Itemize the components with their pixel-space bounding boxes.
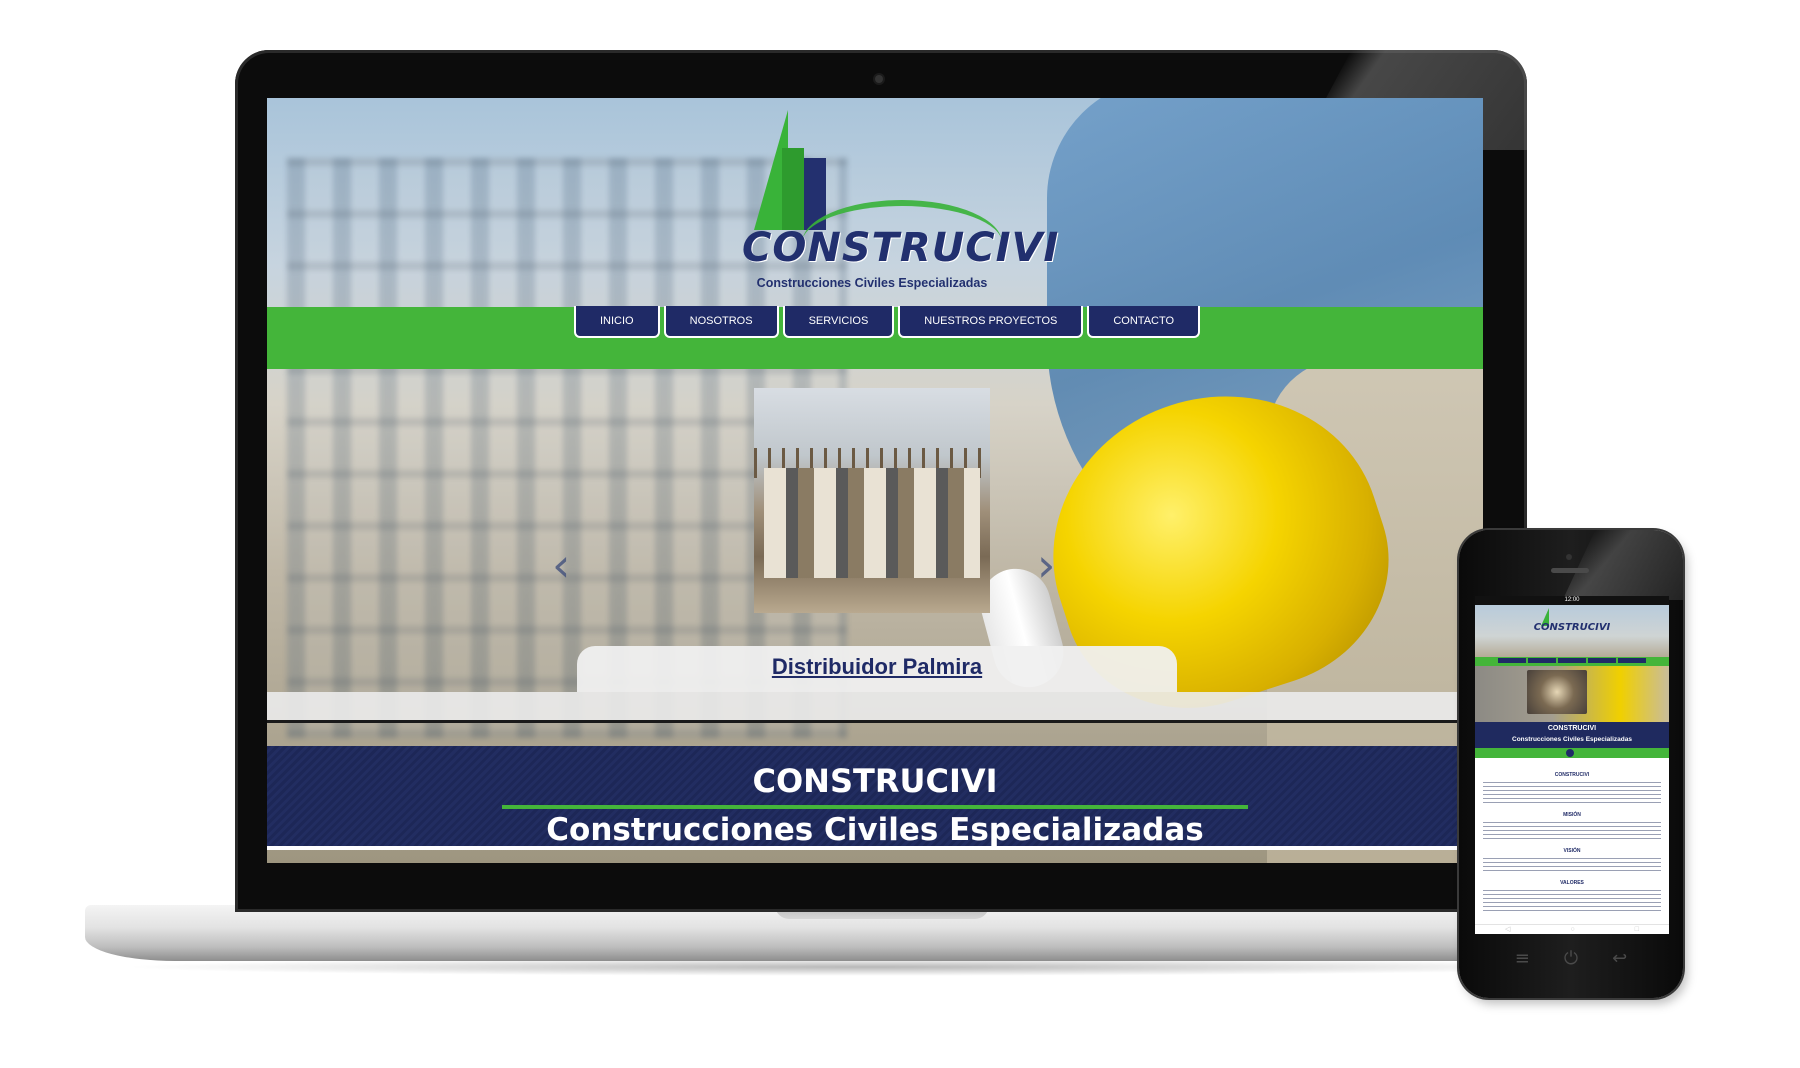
phone-logo-name[interactable]: CONSTRUCIVI — [1475, 622, 1669, 633]
recents-softkey-icon[interactable]: □ — [1635, 925, 1639, 934]
camera-icon — [875, 75, 883, 83]
phone-nav-item[interactable] — [1618, 658, 1646, 663]
phone-speaker — [1551, 568, 1589, 573]
phone-nav-item[interactable] — [1558, 658, 1586, 663]
phone-hardware-buttons: ≡ ⏻ ↩ — [1459, 948, 1683, 969]
phone-slide-photo[interactable] — [1527, 670, 1587, 714]
nav-item-inicio[interactable]: INICIO — [574, 306, 660, 338]
phone-heading-construcivi: CONSTRUCIVI — [1554, 772, 1590, 778]
phone-paragraph — [1483, 858, 1661, 872]
phone-nav — [1475, 657, 1669, 666]
nav-item-contacto[interactable]: CONTACTO — [1087, 306, 1201, 338]
slider-prev-icon[interactable]: ‹ — [552, 538, 570, 592]
phone-title-band: CONSTRUCIVI Construcciones Civiles Espec… — [1475, 722, 1669, 748]
nav-item-nuestros-proyectos[interactable]: NUESTROS PROYECTOS — [898, 306, 1084, 338]
main-nav: INICIO NOSOTROS SERVICIOS NUESTROS PROYE… — [574, 306, 1201, 338]
site-logo[interactable]: CONSTRUCIVI Construcciones Civiles Espec… — [742, 110, 1060, 300]
laptop-screen: CONSTRUCIVI Construcciones Civiles Espec… — [267, 98, 1483, 863]
title-band: CONSTRUCIVI Construcciones Civiles Espec… — [267, 746, 1483, 850]
phone-screen: 12:00 CONSTRUCIVI CONSTRUCIVI Construcci… — [1475, 596, 1669, 934]
phone-nav-item[interactable] — [1588, 658, 1616, 663]
logo-tagline: Construcciones Civiles Especializadas — [756, 276, 988, 290]
phone-paragraph — [1483, 822, 1661, 840]
phone-status-time: 12:00 — [1475, 596, 1669, 605]
phone-device: 12:00 CONSTRUCIVI CONSTRUCIVI Construcci… — [1459, 530, 1683, 998]
phone-nav-item[interactable] — [1498, 658, 1526, 663]
menu-icon[interactable]: ≡ — [1515, 948, 1530, 969]
slide-caption-link[interactable]: Distribuidor Palmira — [577, 654, 1177, 680]
back-icon[interactable]: ↩ — [1612, 948, 1627, 969]
phone-section-icon — [1566, 749, 1574, 757]
slide-caption-panel: Distribuidor Palmira — [577, 646, 1177, 692]
phone-nav-item[interactable] — [1528, 658, 1556, 663]
phone-band-title: CONSTRUCIVI — [1547, 725, 1597, 732]
logo-name: CONSTRUCIVI — [742, 225, 1060, 271]
home-softkey-icon[interactable]: ○ — [1570, 925, 1574, 934]
nav-item-servicios[interactable]: SERVICIOS — [782, 306, 895, 338]
slide-photo-columns — [764, 468, 980, 578]
phone-softkeys: ◁ ○ □ — [1475, 924, 1669, 934]
band-title: CONSTRUCIVI — [752, 762, 998, 800]
phone-camera-icon — [1566, 554, 1572, 560]
phone-glare — [1562, 530, 1683, 600]
phone-heading-valores: VALORES — [1560, 880, 1584, 886]
slide-photo[interactable] — [754, 388, 990, 613]
band-subtitle: Construcciones Civiles Especializadas — [546, 812, 1204, 848]
phone-heading-mision: MISIÓN — [1563, 812, 1581, 818]
band-divider — [502, 805, 1248, 809]
slider-bottom-strip — [267, 692, 1483, 723]
phone-paragraph — [1483, 782, 1661, 804]
logo-tower-icon-part — [782, 148, 804, 230]
nav-item-nosotros[interactable]: NOSOTROS — [663, 306, 779, 338]
phone-heading-vision: VISIÓN — [1563, 848, 1581, 854]
back-softkey-icon[interactable]: ◁ — [1505, 925, 1510, 934]
phone-paragraph — [1483, 890, 1661, 912]
phone-band-subtitle: Construcciones Civiles Especializadas — [1512, 736, 1632, 743]
slider-next-icon[interactable]: › — [1037, 538, 1055, 592]
power-icon[interactable]: ⏻ — [1564, 948, 1578, 969]
